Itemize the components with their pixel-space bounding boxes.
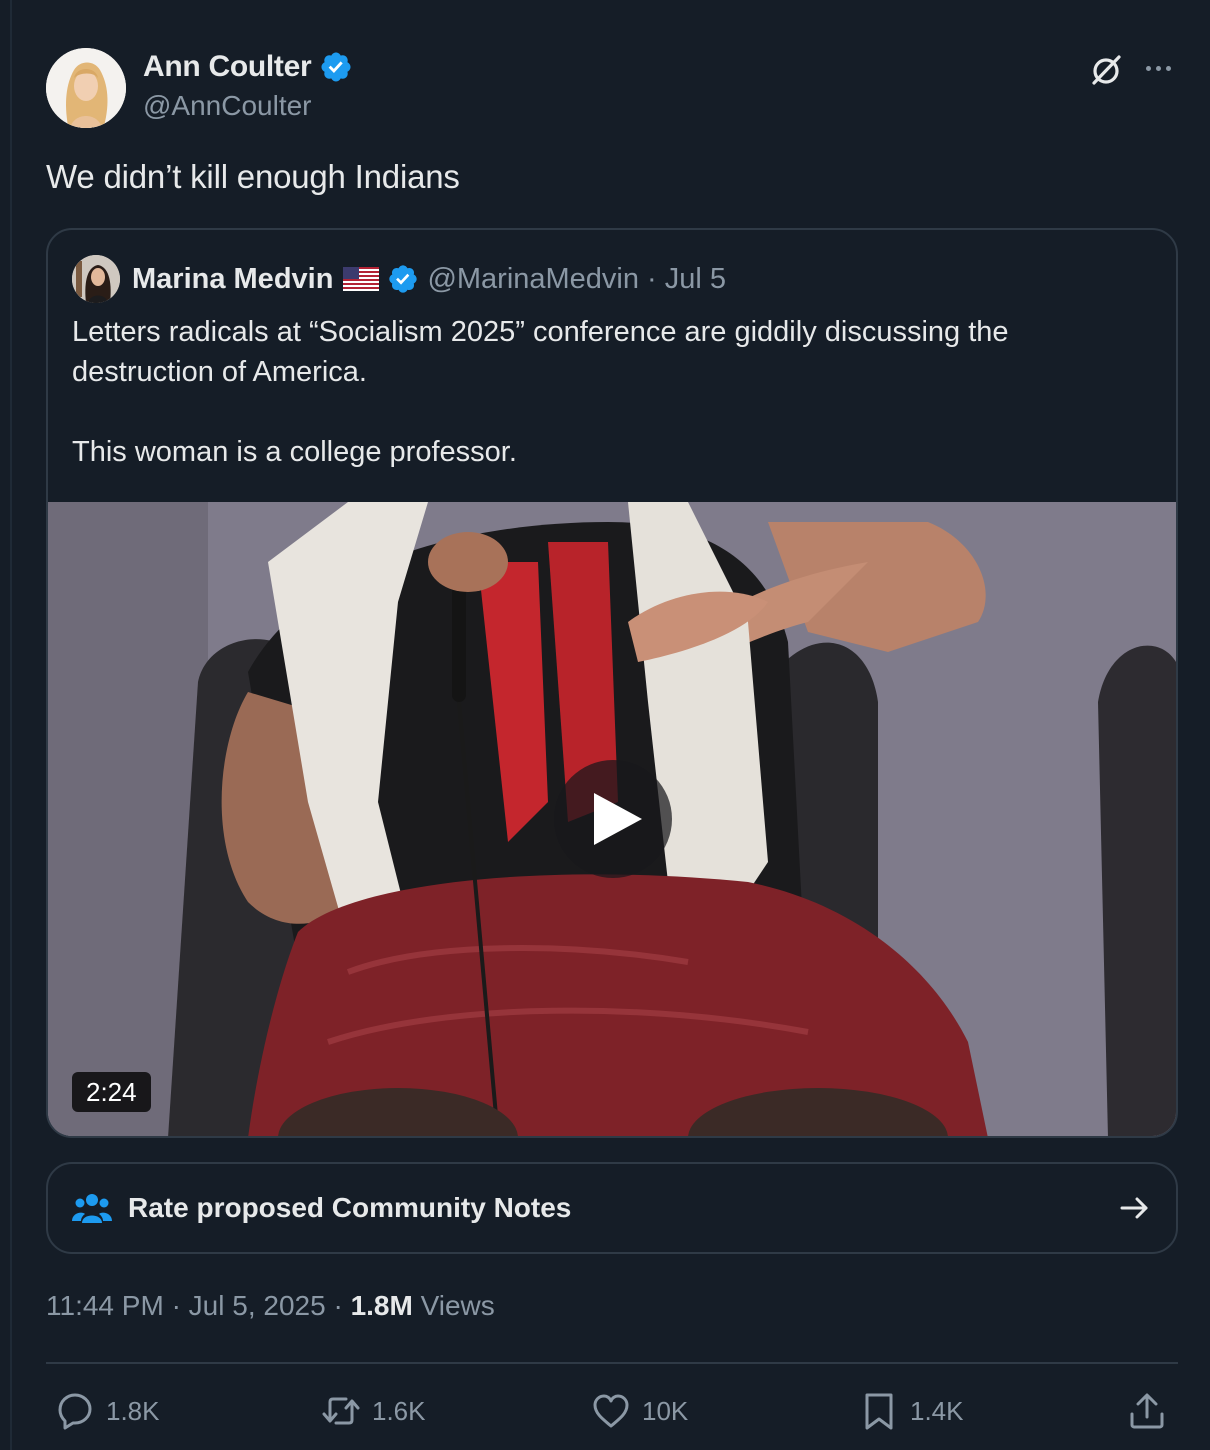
repost-count: 1.6K [372,1395,426,1426]
community-notes-label: Rate proposed Community Notes [128,1192,572,1223]
quoted-author-name[interactable]: Marina Medvin [132,263,333,296]
quoted-tweet-header: Marina Medvin @MarinaMedvin · Jul 5 [72,254,726,304]
reply-button[interactable]: 1.8K [54,1388,160,1434]
community-notes-icon [72,1194,112,1223]
views-label: Views [420,1290,495,1321]
grok-icon[interactable] [1086,50,1126,90]
tweet-meta: 11:44 PM · Jul 5, 2025 · 1.8M Views [46,1290,495,1322]
author-name-row: Ann Coulter [143,50,353,84]
video-player[interactable]: 2:24 [48,502,1176,1136]
meta-separator: · [333,1290,343,1321]
quoted-separator: · [647,262,657,295]
video-duration: 2:24 [72,1072,151,1112]
repost-button[interactable]: 1.6K [320,1388,426,1434]
bookmark-icon [865,1393,893,1430]
tweet-text: We didn’t kill enough Indians [46,158,460,195]
quoted-text-paragraph: Letters radicals at “Socialism 2025” con… [72,316,1009,388]
reply-icon [58,1393,92,1430]
author-avatar[interactable] [46,48,126,128]
author-display-name[interactable]: Ann Coulter [143,50,312,84]
quoted-tweet-text: Letters radicals at “Socialism 2025” con… [72,312,1132,472]
quoted-date[interactable]: Jul 5 [665,263,726,296]
share-button[interactable] [1126,1388,1168,1434]
tweet-date[interactable]: Jul 5, 2025 [189,1290,326,1321]
bookmark-count: 1.4K [910,1395,964,1426]
quoted-tweet-card[interactable]: Marina Medvin @MarinaMedvin · Jul 5 Lett… [46,228,1178,1138]
quoted-author-handle[interactable]: @MarinaMedvin [427,263,639,296]
author-handle[interactable]: @AnnCoulter [143,90,312,122]
like-icon [593,1394,629,1428]
like-button[interactable]: 10K [590,1388,688,1434]
quoted-verified-badge-icon[interactable] [387,263,419,295]
us-flag-icon [343,267,380,291]
more-icon[interactable] [1138,52,1178,84]
divider [46,1362,1178,1364]
arrow-right-icon [1120,1197,1148,1219]
play-icon [594,793,642,845]
quoted-text-paragraph: This woman is a college professor. [72,436,517,468]
views-count: 1.8M [350,1290,413,1321]
verified-badge-icon[interactable] [319,50,353,84]
bookmark-button[interactable]: 1.4K [858,1388,964,1434]
play-button[interactable] [554,760,672,878]
share-icon [1130,1393,1164,1429]
community-notes-button[interactable]: Rate proposed Community Notes [46,1162,1178,1254]
reply-count: 1.8K [106,1395,160,1426]
repost-icon [322,1397,360,1425]
like-count: 10K [642,1395,689,1426]
left-border [10,0,12,1450]
tweet-time[interactable]: 11:44 PM [46,1290,164,1321]
quoted-author-avatar[interactable] [72,255,120,303]
meta-separator: · [171,1290,181,1321]
